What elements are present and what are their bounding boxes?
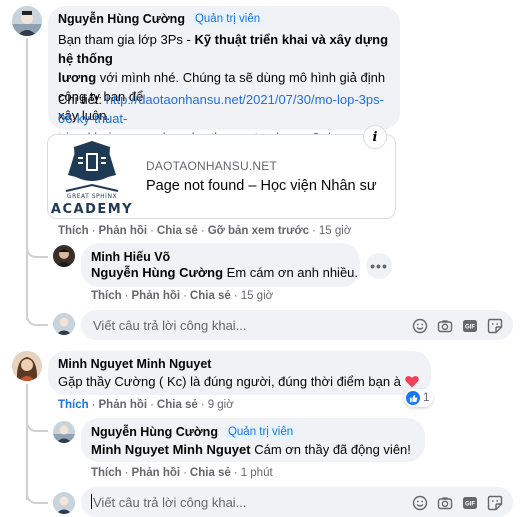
- svg-text:GIF: GIF: [465, 324, 475, 330]
- reply-author[interactable]: Nguyễn Hùng Cường: [91, 425, 218, 439]
- thread-elbow-reply2: [26, 410, 48, 432]
- detail-label: Chi tiết:: [58, 92, 106, 107]
- comment-actions: Thích · Phản hồi · Chia sẻ · Gỡ bản xem trước ·…: [58, 225, 352, 237]
- input-icons: GIF: [411, 494, 503, 511]
- emoji-icon[interactable]: [411, 317, 428, 334]
- like-action[interactable]: Thích: [58, 225, 89, 237]
- reply-action[interactable]: Phản hồi: [99, 225, 148, 237]
- reply-input-box[interactable]: GIF: [81, 310, 513, 340]
- reply-body: Nguyễn Hùng Cường Em cám ơn anh nhiều.: [91, 263, 358, 282]
- gif-icon[interactable]: GIF: [461, 317, 478, 334]
- text-cursor: [91, 494, 92, 509]
- current-user-avatar[interactable]: [53, 313, 75, 335]
- gif-icon[interactable]: GIF: [461, 494, 478, 511]
- detail-line: Chi tiết: http://daotaonhansu.net/2021/0…: [58, 90, 398, 128]
- avatar-image: [53, 421, 75, 443]
- comment-line: Bạn tham gia lớp 3Ps - Kỹ thuật triển kh…: [58, 30, 398, 68]
- card-logo: GREAT SPHINX ACADEMY: [48, 135, 136, 218]
- thread-elbow-input2: [26, 486, 48, 504]
- like-action[interactable]: Thích: [91, 290, 122, 302]
- avatar-image: [53, 245, 75, 267]
- thread-elbow-reply1: [26, 236, 48, 258]
- input-icons: GIF: [411, 317, 503, 334]
- reply-body: Minh Nguyet Minh Nguyet Cám ơn thầy đã đ…: [91, 440, 411, 459]
- share-action[interactable]: Chia sẻ: [157, 399, 198, 411]
- reply-action[interactable]: Phản hồi: [132, 467, 181, 479]
- comment-author[interactable]: Minh Nguyet Minh Nguyet: [58, 357, 211, 371]
- detail-link[interactable]: http://daotaonhansu.net/2021/07/30/mo-lo…: [58, 92, 384, 126]
- reply-action[interactable]: Phản hồi: [99, 399, 148, 411]
- card-domain: DAOTAONHANSU.NET: [146, 159, 277, 173]
- avatar-image: [53, 313, 75, 335]
- mention-link[interactable]: Nguyễn Hùng Cường: [91, 265, 223, 280]
- admin-badge[interactable]: Quản trị viên: [223, 425, 298, 439]
- thread-elbow-input1: [26, 306, 48, 326]
- mention-link[interactable]: Minh Nguyet Minh Nguyet: [91, 442, 251, 457]
- share-action[interactable]: Chia sẻ: [190, 290, 231, 302]
- reply-input[interactable]: [81, 487, 381, 517]
- reaction-count[interactable]: 1: [404, 389, 434, 407]
- avatar-image: [12, 6, 42, 36]
- avatar-image: [53, 492, 75, 514]
- reply-time[interactable]: 1 phút: [241, 467, 273, 479]
- reply-actions: Thích · Phản hồi · Chia sẻ · 15 giờ: [91, 290, 274, 302]
- link-preview-card[interactable]: GREAT SPHINX ACADEMY DAOTAONHANSU.NET Pa…: [47, 134, 396, 219]
- comment-actions: Thích · Phản hồi · Chia sẻ · 9 giờ: [58, 399, 234, 411]
- comment-header: Nguyễn Hùng Cường Quản trị viên: [58, 12, 265, 26]
- thread-line-comment1: [26, 38, 28, 320]
- camera-icon[interactable]: [436, 494, 453, 511]
- reply-time[interactable]: 15 giờ: [241, 290, 273, 302]
- svg-text:GIF: GIF: [465, 501, 475, 507]
- reply-actions: Thích · Phản hồi · Chia sẻ · 1 phút: [91, 467, 273, 479]
- comment-author[interactable]: Nguyễn Hùng Cường: [58, 12, 185, 26]
- author-avatar[interactable]: [12, 6, 42, 36]
- comment-text: Bạn tham gia lớp 3Ps -: [58, 32, 195, 47]
- author-avatar[interactable]: [12, 351, 42, 381]
- reply-avatar[interactable]: [53, 245, 75, 267]
- heart-emoji-icon: [405, 375, 419, 388]
- reply-text: Cám ơn thầy đã động viên!: [250, 442, 411, 457]
- remove-preview-action[interactable]: Gỡ bản xem trước: [208, 225, 309, 237]
- card-title: Page not found – Học viện Nhân sư: [146, 178, 377, 194]
- sticker-icon[interactable]: [486, 494, 503, 511]
- comment-bold-text: lương: [58, 70, 97, 85]
- current-user-avatar[interactable]: [53, 492, 75, 514]
- admin-badge[interactable]: Quản trị viên: [190, 12, 265, 26]
- reply-avatar[interactable]: [53, 421, 75, 443]
- sticker-icon[interactable]: [486, 317, 503, 334]
- avatar-image: [12, 351, 42, 381]
- more-options-button[interactable]: •••: [366, 253, 392, 279]
- reaction-count-value: 1: [423, 392, 430, 404]
- like-action[interactable]: Thích: [58, 399, 89, 411]
- comment-time[interactable]: 9 giờ: [208, 399, 234, 411]
- reply-input-box[interactable]: GIF: [81, 487, 513, 517]
- comment-text: Gặp thầy Cường ( Kc) là đúng người, đúng…: [58, 374, 401, 389]
- logo-small-text: GREAT SPHINX: [66, 193, 118, 200]
- reply-header: Nguyễn Hùng Cường Quản trị viên: [91, 425, 298, 439]
- logo-text: ACADEMY: [50, 202, 134, 217]
- camera-icon[interactable]: [436, 317, 453, 334]
- comment-time[interactable]: 15 giờ: [319, 225, 351, 237]
- like-reaction-icon: [406, 391, 420, 405]
- reply-action[interactable]: Phản hồi: [132, 290, 181, 302]
- share-action[interactable]: Chia sẻ: [157, 225, 198, 237]
- comment-body: Gặp thầy Cường ( Kc) là đúng người, đúng…: [58, 372, 419, 391]
- reply-author[interactable]: Minh Hiếu Võ: [91, 250, 170, 264]
- reply-text: Em cám ơn anh nhiều.: [223, 265, 359, 280]
- info-button[interactable]: i: [364, 126, 386, 148]
- emoji-icon[interactable]: [411, 494, 428, 511]
- like-action[interactable]: Thích: [91, 467, 122, 479]
- share-action[interactable]: Chia sẻ: [190, 467, 231, 479]
- thread-line-comment2: [26, 384, 28, 500]
- reply-input[interactable]: [81, 310, 381, 340]
